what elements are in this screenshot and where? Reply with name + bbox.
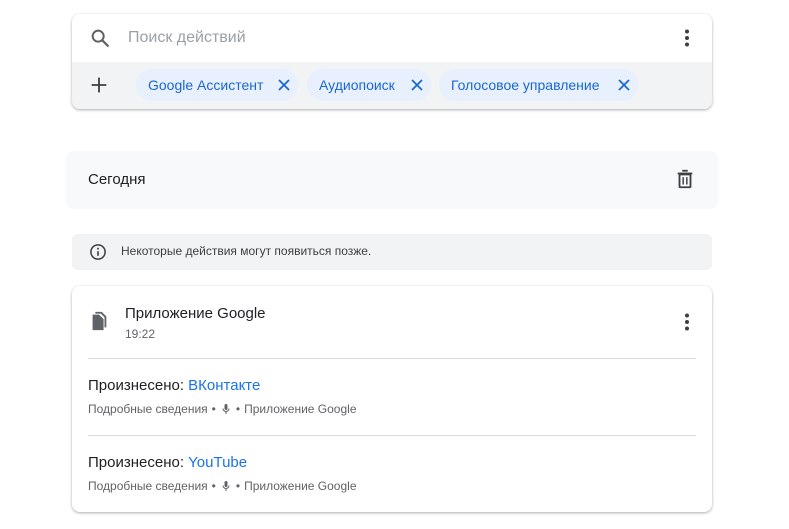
- search-input[interactable]: [128, 26, 648, 50]
- close-icon[interactable]: [409, 77, 425, 93]
- entry-source: Приложение Google: [244, 402, 357, 416]
- more-options-icon[interactable]: [675, 310, 699, 334]
- close-icon[interactable]: [616, 77, 632, 93]
- chip-label: Google Ассистент: [148, 77, 264, 93]
- divider: [88, 435, 696, 436]
- notice-text: Некоторые действия могут появиться позже…: [121, 244, 372, 258]
- filter-chip-audio-search[interactable]: Аудиопоиск: [307, 69, 431, 101]
- google-app-icon: [92, 311, 107, 331]
- filter-chips-row: Google Ассистент Аудиопоиск Голосовое уп…: [72, 62, 712, 109]
- separator-bullet: •: [211, 402, 216, 416]
- chip-label: Голосовое управление: [451, 77, 600, 93]
- mic-icon: [222, 404, 230, 414]
- entry-source: Приложение Google: [244, 479, 357, 493]
- info-notice: Некоторые действия могут появиться позже…: [72, 234, 712, 270]
- filter-chip-voice-control[interactable]: Голосовое управление: [439, 69, 638, 101]
- mic-icon: [222, 481, 230, 491]
- separator-bullet: •: [235, 402, 241, 416]
- trash-icon[interactable]: [674, 168, 696, 190]
- entry-prefix: Произнесено:: [88, 454, 189, 471]
- separator-bullet: •: [235, 479, 241, 493]
- filter-chip-google-assistant[interactable]: Google Ассистент: [136, 69, 298, 101]
- chip-label: Аудиопоиск: [319, 77, 395, 93]
- activity-entry: Произнесено: ВКонтакте Подробные сведени…: [88, 377, 688, 416]
- details-link[interactable]: Подробные сведения: [88, 479, 208, 493]
- entry-title: Произнесено: YouTube: [88, 454, 688, 471]
- app-name: Приложение Google: [125, 305, 266, 322]
- activity-card: Приложение Google 19:22 Произнесено: ВКо…: [72, 286, 712, 512]
- activity-time: 19:22: [125, 327, 156, 341]
- entry-prefix: Произнесено:: [88, 377, 189, 394]
- search-filter-card: Google Ассистент Аудиопоиск Голосовое уп…: [72, 14, 712, 109]
- info-icon: [90, 244, 106, 260]
- date-header-title: Сегодня: [88, 171, 146, 188]
- activity-entry: Произнесено: YouTube Подробные сведения …: [88, 454, 688, 493]
- query-link[interactable]: YouTube: [188, 454, 247, 471]
- more-options-icon[interactable]: [675, 26, 699, 50]
- entry-meta: Подробные сведения • • Приложение Google: [88, 402, 688, 416]
- add-filter-icon[interactable]: [88, 74, 110, 96]
- divider: [88, 358, 696, 359]
- date-header: Сегодня: [66, 151, 718, 209]
- separator-bullet: •: [211, 479, 216, 493]
- entry-meta: Подробные сведения • • Приложение Google: [88, 479, 688, 493]
- query-link[interactable]: ВКонтакте: [188, 377, 260, 394]
- search-row: [72, 14, 712, 62]
- close-icon[interactable]: [276, 77, 292, 93]
- entry-title: Произнесено: ВКонтакте: [88, 377, 688, 394]
- details-link[interactable]: Подробные сведения: [88, 402, 208, 416]
- search-icon[interactable]: [89, 27, 111, 49]
